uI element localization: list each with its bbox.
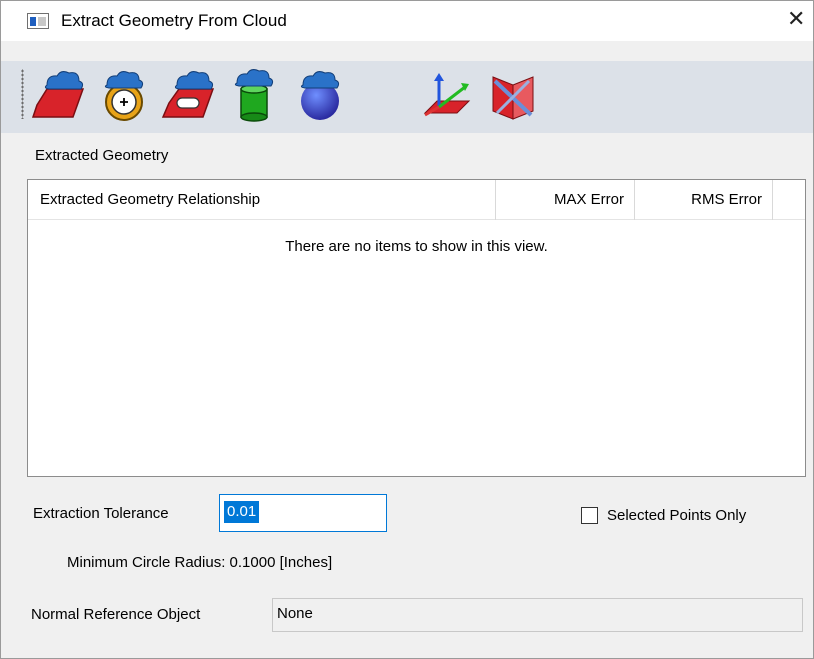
column-relationship[interactable]: Extracted Geometry Relationship (28, 180, 496, 220)
extract-sphere-button[interactable] (291, 67, 349, 125)
empty-list-message: There are no items to show in this view. (285, 238, 548, 255)
cloud-cylinder-icon (234, 69, 274, 122)
cloud-plane-icon (31, 71, 85, 118)
extracted-geometry-label: Extracted Geometry (35, 147, 169, 164)
delete-frame-button[interactable] (483, 67, 541, 125)
extraction-tolerance-label: Extraction Tolerance (33, 505, 169, 522)
normal-reference-label: Normal Reference Object (31, 606, 201, 623)
tolerance-value: 0.01 (224, 501, 260, 523)
column-max-error[interactable]: MAX Error (497, 180, 635, 220)
title-bar: Extract Geometry From Cloud ✕ (1, 1, 813, 41)
extract-circle-button[interactable] (95, 67, 153, 125)
extraction-tolerance-input[interactable]: 0.01 (219, 494, 387, 532)
cloud-circle-icon (104, 71, 144, 121)
close-icon: ✕ (787, 7, 806, 32)
create-frame-button[interactable] (417, 67, 475, 125)
column-rms-error[interactable]: RMS Error (636, 180, 773, 220)
cloud-slot-icon (161, 71, 215, 118)
dialog-window: Extract Geometry From Cloud ✕ Extracted … (0, 0, 814, 659)
list-header: Extracted Geometry Relationship MAX Erro… (28, 180, 805, 220)
cloud-sphere-icon (300, 71, 340, 120)
extracted-geometry-list[interactable]: Extracted Geometry Relationship MAX Erro… (27, 179, 806, 477)
min-circle-radius-text: Minimum Circle Radius: 0.1000 [Inches] (67, 554, 333, 571)
close-button[interactable]: ✕ (771, 1, 813, 41)
selected-points-only-label[interactable]: Selected Points Only (607, 507, 746, 524)
extract-plane-button[interactable] (31, 67, 89, 125)
toolbar (1, 61, 813, 133)
extract-cylinder-button[interactable] (225, 67, 283, 125)
frame-axes-icon (423, 73, 471, 117)
window-title: Extract Geometry From Cloud (61, 11, 287, 30)
selected-points-only-checkbox[interactable] (581, 507, 598, 524)
frame-delete-icon (492, 76, 534, 120)
toolbar-gripper[interactable] (21, 69, 24, 119)
normal-reference-value: None (277, 605, 313, 622)
normal-reference-field: None (272, 598, 803, 632)
extract-slot-button[interactable] (161, 67, 219, 125)
app-window-icon (27, 13, 49, 29)
